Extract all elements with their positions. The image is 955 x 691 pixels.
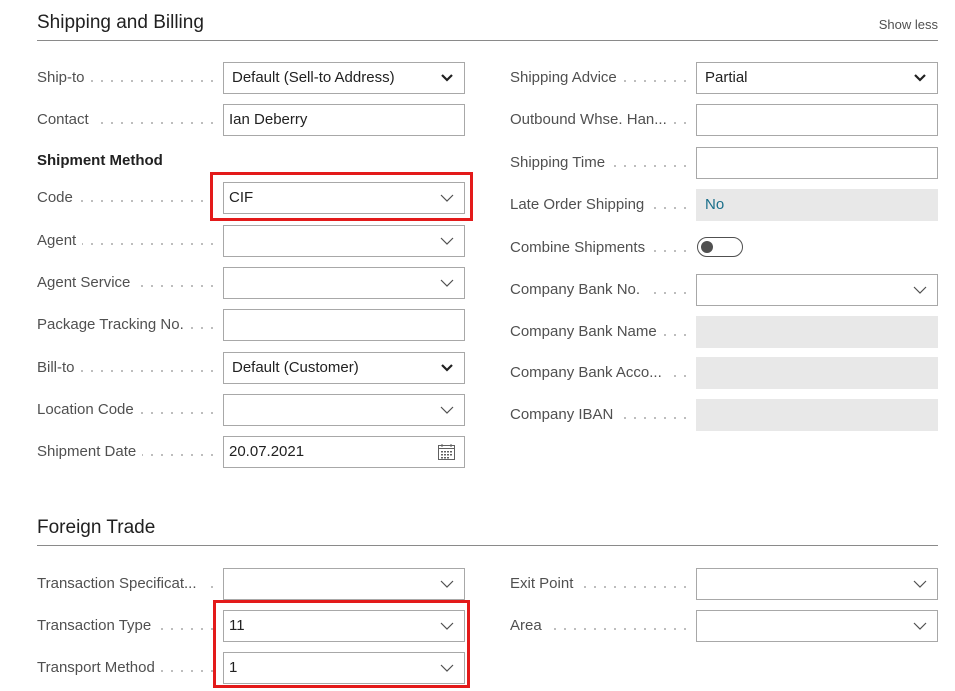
field-row-ship-to: Ship-to Default (Sell-to Address) xyxy=(37,62,465,94)
section-title-foreign-trade[interactable]: Foreign Trade xyxy=(37,517,155,539)
company-bank-acco-label: Company Bank Acco... xyxy=(510,357,686,389)
field-row-outbound-whse: Outbound Whse. Han... xyxy=(510,104,938,136)
transport-method-select[interactable]: 1 xyxy=(223,652,465,684)
company-bank-acco-value xyxy=(696,357,938,389)
transport-method-value: 1 xyxy=(229,659,238,676)
bill-to-select[interactable]: Default (Customer) xyxy=(223,352,465,384)
shipping-advice-value: Partial xyxy=(705,69,748,86)
agent-label: Agent xyxy=(37,225,213,257)
area-select[interactable] xyxy=(696,610,938,642)
outbound-whse-label: Outbound Whse. Han... xyxy=(510,104,686,136)
shipping-time-input[interactable] xyxy=(696,147,938,179)
chevron-down-icon xyxy=(913,72,927,84)
company-iban-value xyxy=(696,399,938,431)
code-label: Code xyxy=(37,182,213,214)
package-tracking-label: Package Tracking No. xyxy=(37,309,213,341)
company-bank-name-label: Company Bank Name xyxy=(510,316,686,348)
ship-to-label: Ship-to xyxy=(37,62,213,94)
chevron-down-icon xyxy=(440,235,454,247)
field-row-agent: Agent xyxy=(37,225,465,257)
contact-label: Contact xyxy=(37,104,213,136)
code-value: CIF xyxy=(229,189,254,206)
ship-to-value: Default (Sell-to Address) xyxy=(232,69,395,86)
field-row-contact: Contact Ian Deberry xyxy=(37,104,465,136)
location-code-select[interactable] xyxy=(223,394,465,426)
company-iban-label: Company IBAN xyxy=(510,399,686,431)
late-order-shipping-value: No xyxy=(696,189,938,221)
bill-to-label: Bill-to xyxy=(37,352,213,384)
package-tracking-input[interactable] xyxy=(223,309,465,341)
section-title-shipping-billing[interactable]: Shipping and Billing xyxy=(37,12,204,34)
transaction-type-value: 11 xyxy=(229,617,245,634)
field-row-company-iban: Company IBAN xyxy=(510,399,938,431)
field-row-bill-to: Bill-to Default (Customer) xyxy=(37,352,465,384)
company-bank-no-label: Company Bank No. xyxy=(510,274,686,306)
contact-input[interactable]: Ian Deberry xyxy=(223,104,465,136)
shipping-advice-select[interactable]: Partial xyxy=(696,62,938,94)
field-row-transaction-spec: Transaction Specificat... xyxy=(37,568,465,600)
field-row-area: Area xyxy=(510,610,938,642)
company-bank-no-select[interactable] xyxy=(696,274,938,306)
field-row-package-tracking: Package Tracking No. xyxy=(37,309,465,341)
shipment-date-label: Shipment Date xyxy=(37,436,213,468)
shipment-method-heading: Shipment Method xyxy=(37,152,163,169)
section-divider xyxy=(37,40,938,41)
chevron-down-icon xyxy=(440,362,454,374)
field-row-shipping-advice: Shipping Advice Partial xyxy=(510,62,938,94)
toggle-knob xyxy=(701,241,713,253)
company-bank-name-value xyxy=(696,316,938,348)
chevron-down-icon xyxy=(913,620,927,632)
calendar-icon[interactable] xyxy=(438,444,455,460)
late-order-shipping-label: Late Order Shipping xyxy=(510,189,686,221)
shipping-advice-label: Shipping Advice xyxy=(510,62,686,94)
shipment-date-value: 20.07.2021 xyxy=(229,443,305,460)
chevron-down-icon xyxy=(913,284,927,296)
transaction-spec-select[interactable] xyxy=(223,568,465,600)
exit-point-select[interactable] xyxy=(696,568,938,600)
chevron-down-icon xyxy=(440,192,454,204)
code-select[interactable]: CIF xyxy=(223,182,465,214)
chevron-down-icon xyxy=(440,662,454,674)
field-row-company-bank-no: Company Bank No. xyxy=(510,274,938,306)
field-row-transport-method: Transport Method 1 xyxy=(37,652,465,684)
combine-shipments-toggle[interactable] xyxy=(697,237,743,257)
field-row-company-bank-name: Company Bank Name xyxy=(510,316,938,348)
transaction-type-label: Transaction Type xyxy=(37,610,213,642)
chevron-down-icon xyxy=(440,277,454,289)
chevron-down-icon xyxy=(440,404,454,416)
chevron-down-icon xyxy=(913,578,927,590)
location-code-label: Location Code xyxy=(37,394,213,426)
exit-point-label: Exit Point xyxy=(510,568,686,600)
field-row-transaction-type: Transaction Type 11 xyxy=(37,610,465,642)
bill-to-value: Default (Customer) xyxy=(232,359,359,376)
field-row-company-bank-acco: Company Bank Acco... xyxy=(510,357,938,389)
field-row-exit-point: Exit Point xyxy=(510,568,938,600)
field-row-combine-shipments: Combine Shipments xyxy=(510,232,938,264)
ship-to-select[interactable]: Default (Sell-to Address) xyxy=(223,62,465,94)
field-row-agent-service: Agent Service xyxy=(37,267,465,299)
field-row-shipment-date: Shipment Date 20.07.2021 xyxy=(37,436,465,468)
shipping-time-label: Shipping Time xyxy=(510,147,686,179)
field-row-location-code: Location Code xyxy=(37,394,465,426)
agent-service-select[interactable] xyxy=(223,267,465,299)
outbound-whse-input[interactable] xyxy=(696,104,938,136)
field-row-late-order-shipping: Late Order Shipping No xyxy=(510,189,938,221)
field-row-shipping-time: Shipping Time xyxy=(510,147,938,179)
section-divider xyxy=(37,545,938,546)
transaction-spec-label: Transaction Specificat... xyxy=(37,568,213,600)
chevron-down-icon xyxy=(440,578,454,590)
field-row-code: Code CIF xyxy=(37,182,465,214)
transport-method-label: Transport Method xyxy=(37,652,213,684)
area-label: Area xyxy=(510,610,686,642)
chevron-down-icon xyxy=(440,72,454,84)
chevron-down-icon xyxy=(440,620,454,632)
combine-shipments-label: Combine Shipments xyxy=(510,232,686,264)
shipment-date-input[interactable]: 20.07.2021 xyxy=(223,436,465,468)
agent-service-label: Agent Service xyxy=(37,267,213,299)
show-less-link[interactable]: Show less xyxy=(879,17,938,32)
agent-select[interactable] xyxy=(223,225,465,257)
transaction-type-select[interactable]: 11 xyxy=(223,610,465,642)
